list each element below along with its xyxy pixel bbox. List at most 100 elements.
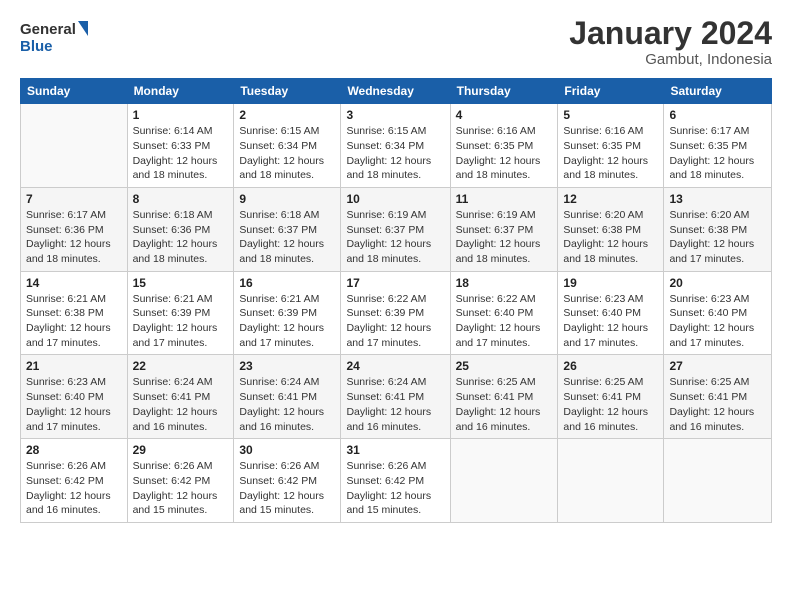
calendar-week-2: 7 Sunrise: 6:17 AMSunset: 6:36 PMDaylight… [21,187,772,271]
day-info: Sunrise: 6:19 AMSunset: 6:37 PMDaylight:… [456,208,553,267]
day-info: Sunrise: 6:26 AMSunset: 6:42 PMDaylight:… [346,459,444,518]
day-info: Sunrise: 6:17 AMSunset: 6:36 PMDaylight:… [26,208,122,267]
day-info: Sunrise: 6:24 AMSunset: 6:41 PMDaylight:… [239,375,335,434]
day-number: 5 [563,108,658,122]
day-info: Sunrise: 6:21 AMSunset: 6:39 PMDaylight:… [133,292,229,351]
day-info: Sunrise: 6:18 AMSunset: 6:36 PMDaylight:… [133,208,229,267]
day-number: 20 [669,276,766,290]
table-row: 18Sunrise: 6:22 AMSunset: 6:40 PMDayligh… [450,271,558,355]
day-number: 30 [239,443,335,457]
day-number: 7 [26,192,122,206]
table-row: 11 Sunrise: 6:19 AMSunset: 6:37 PMDayligh… [450,187,558,271]
table-row: 27 Sunrise: 6:25 AMSunset: 6:41 PMDayligh… [664,355,772,439]
table-row: 16 Sunrise: 6:21 AMSunset: 6:39 PMDayligh… [234,271,341,355]
svg-text:General: General [20,21,76,38]
day-info: Sunrise: 6:15 AMSunset: 6:34 PMDaylight:… [239,124,335,183]
day-number: 25 [456,359,553,373]
title-block: January 2024 Gambut, Indonesia [569,16,772,68]
day-info: Sunrise: 6:23 AMSunset: 6:40 PMDaylight:… [669,292,766,351]
day-number: 6 [669,108,766,122]
day-number: 16 [239,276,335,290]
col-monday: Monday [127,79,234,104]
day-info: Sunrise: 6:18 AMSunset: 6:37 PMDaylight:… [239,208,335,267]
table-row: 21 Sunrise: 6:23 AMSunset: 6:40 PMDayligh… [21,355,128,439]
day-number: 1 [133,108,229,122]
table-row: 22 Sunrise: 6:24 AMSunset: 6:41 PMDayligh… [127,355,234,439]
table-row [558,439,664,523]
logo-svg: General Blue [20,16,90,56]
calendar-week-5: 28 Sunrise: 6:26 AMSunset: 6:42 PMDayligh… [21,439,772,523]
day-info: Sunrise: 6:25 AMSunset: 6:41 PMDaylight:… [669,375,766,434]
table-row: 8 Sunrise: 6:18 AMSunset: 6:36 PMDaylight… [127,187,234,271]
day-number: 9 [239,192,335,206]
col-wednesday: Wednesday [341,79,450,104]
table-row: 4 Sunrise: 6:16 AMSunset: 6:35 PMDaylight… [450,104,558,188]
table-row: 25Sunrise: 6:25 AMSunset: 6:41 PMDayligh… [450,355,558,439]
table-row: 7 Sunrise: 6:17 AMSunset: 6:36 PMDaylight… [21,187,128,271]
day-number: 11 [456,192,553,206]
day-info: Sunrise: 6:26 AMSunset: 6:42 PMDaylight:… [133,459,229,518]
day-number: 15 [133,276,229,290]
day-number: 27 [669,359,766,373]
day-number: 17 [346,276,444,290]
table-row: 13 Sunrise: 6:20 AMSunset: 6:38 PMDayligh… [664,187,772,271]
table-row [450,439,558,523]
col-friday: Friday [558,79,664,104]
table-row: 5 Sunrise: 6:16 AMSunset: 6:35 PMDaylight… [558,104,664,188]
day-info: Sunrise: 6:23 AMSunset: 6:40 PMDaylight:… [26,375,122,434]
day-number: 13 [669,192,766,206]
day-number: 2 [239,108,335,122]
day-number: 23 [239,359,335,373]
day-info: Sunrise: 6:20 AMSunset: 6:38 PMDaylight:… [669,208,766,267]
day-info: Sunrise: 6:19 AMSunset: 6:37 PMDaylight:… [346,208,444,267]
day-number: 29 [133,443,229,457]
table-row [21,104,128,188]
table-row: 9 Sunrise: 6:18 AMSunset: 6:37 PMDaylight… [234,187,341,271]
day-number: 3 [346,108,444,122]
col-thursday: Thursday [450,79,558,104]
day-number: 4 [456,108,553,122]
table-row: 30Sunrise: 6:26 AMSunset: 6:42 PMDayligh… [234,439,341,523]
calendar-week-4: 21 Sunrise: 6:23 AMSunset: 6:40 PMDayligh… [21,355,772,439]
calendar-header-row: Sunday Monday Tuesday Wednesday Thursday… [21,79,772,104]
table-row: 12Sunrise: 6:20 AMSunset: 6:38 PMDayligh… [558,187,664,271]
main-title: January 2024 [569,16,772,51]
day-info: Sunrise: 6:16 AMSunset: 6:35 PMDaylight:… [563,124,658,183]
table-row: 2 Sunrise: 6:15 AMSunset: 6:34 PMDaylight… [234,104,341,188]
day-number: 22 [133,359,229,373]
col-tuesday: Tuesday [234,79,341,104]
page: General Blue January 2024 Gambut, Indone… [0,0,792,612]
day-number: 24 [346,359,444,373]
table-row: 19 Sunrise: 6:23 AMSunset: 6:40 PMDayligh… [558,271,664,355]
header: General Blue January 2024 Gambut, Indone… [20,16,772,68]
day-number: 31 [346,443,444,457]
day-number: 21 [26,359,122,373]
day-info: Sunrise: 6:14 AMSunset: 6:33 PMDaylight:… [133,124,229,183]
table-row: 14Sunrise: 6:21 AMSunset: 6:38 PMDayligh… [21,271,128,355]
table-row: 20 Sunrise: 6:23 AMSunset: 6:40 PMDayligh… [664,271,772,355]
day-number: 18 [456,276,553,290]
day-number: 8 [133,192,229,206]
day-info: Sunrise: 6:16 AMSunset: 6:35 PMDaylight:… [456,124,553,183]
day-info: Sunrise: 6:24 AMSunset: 6:41 PMDaylight:… [133,375,229,434]
subtitle: Gambut, Indonesia [569,51,772,68]
table-row: 17 Sunrise: 6:22 AMSunset: 6:39 PMDayligh… [341,271,450,355]
day-info: Sunrise: 6:21 AMSunset: 6:39 PMDaylight:… [239,292,335,351]
day-info: Sunrise: 6:25 AMSunset: 6:41 PMDaylight:… [563,375,658,434]
day-info: Sunrise: 6:22 AMSunset: 6:39 PMDaylight:… [346,292,444,351]
table-row: 31 Sunrise: 6:26 AMSunset: 6:42 PMDayligh… [341,439,450,523]
day-number: 10 [346,192,444,206]
day-number: 19 [563,276,658,290]
day-info: Sunrise: 6:24 AMSunset: 6:41 PMDaylight:… [346,375,444,434]
day-number: 12 [563,192,658,206]
calendar-table: Sunday Monday Tuesday Wednesday Thursday… [20,78,772,523]
svg-text:Blue: Blue [20,38,53,55]
day-number: 28 [26,443,122,457]
table-row: 10 Sunrise: 6:19 AMSunset: 6:37 PMDayligh… [341,187,450,271]
calendar-week-3: 14Sunrise: 6:21 AMSunset: 6:38 PMDayligh… [21,271,772,355]
table-row: 15 Sunrise: 6:21 AMSunset: 6:39 PMDayligh… [127,271,234,355]
col-saturday: Saturday [664,79,772,104]
table-row: 6Sunrise: 6:17 AMSunset: 6:35 PMDaylight… [664,104,772,188]
day-number: 14 [26,276,122,290]
day-info: Sunrise: 6:23 AMSunset: 6:40 PMDaylight:… [563,292,658,351]
